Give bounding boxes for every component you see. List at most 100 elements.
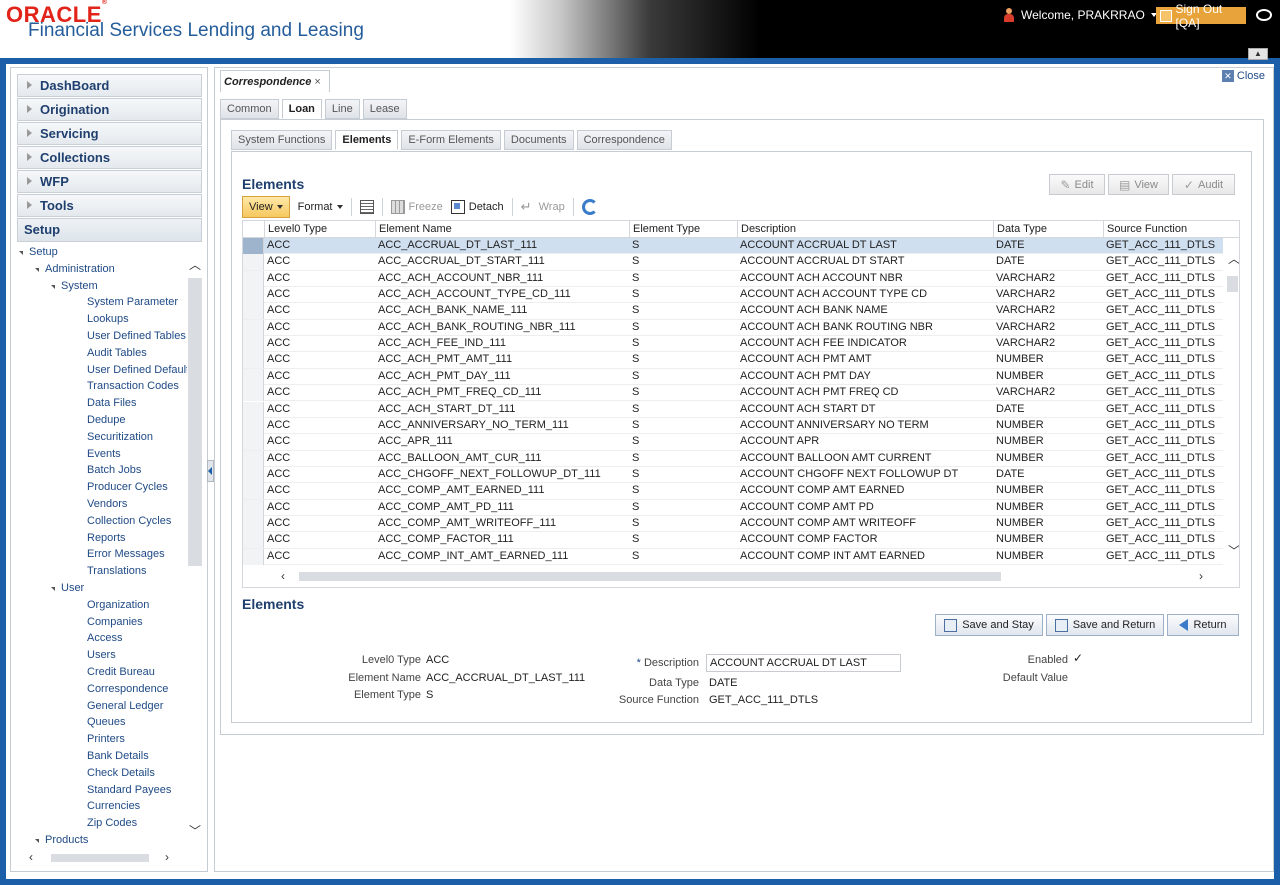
- chevron-down-icon[interactable]: ﹀: [1228, 542, 1239, 559]
- tree-item[interactable]: Check Details: [87, 767, 155, 779]
- chevron-left-icon[interactable]: ‹: [29, 850, 33, 864]
- document-tab[interactable]: Correspondence ×: [220, 70, 330, 92]
- view-button[interactable]: ▤ View: [1108, 174, 1169, 195]
- expanded-triangle-icon[interactable]: [35, 267, 39, 272]
- row-header[interactable]: [243, 401, 264, 418]
- scroll-thumb[interactable]: [299, 572, 1001, 581]
- row-header[interactable]: [243, 499, 264, 516]
- column-header[interactable]: Data Type: [993, 221, 1102, 238]
- scroll-thumb[interactable]: [1227, 276, 1238, 292]
- table-row[interactable]: ACC ACC_COMP_FACTOR_111 S ACCOUNT COMP FACT…: [243, 532, 1223, 549]
- enabled-checkbox[interactable]: ✓: [1073, 651, 1083, 665]
- table-row[interactable]: ACC ACC_ACH_FEE_IND_111 S ACCOUNT ACH FEE I…: [243, 336, 1223, 353]
- column-header[interactable]: Level0 Type: [264, 221, 374, 238]
- column-header[interactable]: Element Type: [629, 221, 736, 238]
- row-header[interactable]: [243, 336, 264, 353]
- grid-vertical-scrollbar[interactable]: ︿ ﹀: [1224, 238, 1239, 568]
- table-row[interactable]: ACC ACC_ACH_ACCOUNT_NBR_111 S ACCOUNT ACH A…: [243, 270, 1223, 288]
- column-header[interactable]: Source Function: [1103, 221, 1223, 238]
- expanded-triangle-icon[interactable]: [19, 251, 23, 255]
- tree-item[interactable]: Lookups: [87, 313, 129, 325]
- row-header[interactable]: [243, 319, 264, 336]
- row-header[interactable]: [243, 532, 264, 549]
- tree-item[interactable]: Zip Codes: [87, 817, 137, 829]
- grid-horizontal-scrollbar[interactable]: ‹ ›: [243, 568, 1239, 587]
- table-row[interactable]: ACC ACC_APR_111 S ACCOUNT APR NUMBER GET_ACC_…: [243, 434, 1223, 451]
- tree-item[interactable]: Bank Details: [87, 750, 149, 762]
- welcome-menu[interactable]: Welcome, PRAKRRAO: [1003, 8, 1157, 22]
- expanded-triangle-icon[interactable]: [51, 284, 55, 289]
- tree-item[interactable]: Currencies: [87, 800, 140, 812]
- subtab-correspondence[interactable]: Correspondence: [576, 130, 672, 150]
- sidebar-collapse-handle[interactable]: [207, 460, 214, 482]
- tab-lease[interactable]: Lease: [362, 99, 407, 119]
- return-button[interactable]: Return: [1167, 614, 1239, 636]
- row-header[interactable]: [243, 352, 264, 369]
- tab-common[interactable]: Common: [220, 99, 279, 119]
- table-row[interactable]: ACC ACC_ACH_ACCOUNT_TYPE_CD_111 S ACCOUNT A…: [243, 287, 1223, 304]
- wrap-button[interactable]: ↵ Wrap: [521, 200, 565, 214]
- tree-item[interactable]: User Defined Tables: [87, 330, 186, 342]
- tree-item[interactable]: Credit Bureau: [87, 666, 155, 678]
- tab-loan[interactable]: Loan: [281, 99, 322, 119]
- row-header[interactable]: [243, 434, 264, 451]
- tree-item[interactable]: System: [61, 280, 98, 292]
- row-header[interactable]: [243, 303, 264, 320]
- tree-item[interactable]: Administration: [45, 263, 115, 275]
- tree-vertical-scrollbar[interactable]: ︿ ﹀: [188, 256, 202, 839]
- power-icon[interactable]: [1256, 9, 1272, 21]
- tree-item[interactable]: Error Messages: [87, 548, 165, 560]
- tree-item[interactable]: Audit Tables: [87, 347, 147, 359]
- tree-item[interactable]: Standard Payees: [87, 784, 171, 796]
- list-edit-icon[interactable]: [359, 200, 374, 214]
- nav-collections[interactable]: Collections: [17, 146, 202, 169]
- tree-item[interactable]: Companies: [87, 616, 143, 628]
- tree-item[interactable]: Setup: [29, 246, 58, 258]
- edit-button[interactable]: ✎ Edit: [1049, 174, 1105, 195]
- nav-tools[interactable]: Tools: [17, 194, 202, 217]
- tree-item[interactable]: Dedupe: [87, 414, 126, 426]
- nav-origination[interactable]: Origination: [17, 98, 202, 121]
- row-header[interactable]: [243, 417, 264, 434]
- chevron-up-icon[interactable]: ︿: [1228, 250, 1239, 267]
- table-row[interactable]: ACC ACC_ACH_PMT_FREQ_CD_111 S ACCOUNT ACH P…: [243, 385, 1223, 402]
- nav-wfp[interactable]: WFP: [17, 170, 202, 193]
- subtab-e-form-elements[interactable]: E-Form Elements: [401, 130, 501, 150]
- chevron-left-icon[interactable]: ‹: [281, 569, 285, 583]
- freeze-button[interactable]: Freeze: [390, 200, 443, 214]
- row-header[interactable]: [243, 385, 264, 402]
- row-header[interactable]: [243, 483, 264, 500]
- row-header[interactable]: [243, 254, 264, 271]
- tree-item[interactable]: Reports: [87, 532, 126, 544]
- subtab-system-functions[interactable]: System Functions: [231, 130, 333, 150]
- detach-button[interactable]: Detach: [450, 200, 504, 214]
- tab-line[interactable]: Line: [324, 99, 360, 119]
- row-header[interactable]: [243, 450, 264, 467]
- chevron-up-icon[interactable]: ︿: [189, 256, 201, 273]
- table-row[interactable]: ACC ACC_ACCRUAL_DT_START_111 S ACCOUNT ACCR…: [243, 254, 1223, 271]
- table-row[interactable]: ACC ACC_ACH_PMT_DAY_111 S ACCOUNT ACH PMT D…: [243, 368, 1223, 386]
- table-row[interactable]: ACC ACC_COMP_INT_AMT_EARNED_111 S ACCOUNT C…: [243, 548, 1223, 565]
- subtab-documents[interactable]: Documents: [503, 130, 574, 150]
- nav-setup[interactable]: Setup: [17, 218, 202, 242]
- chevron-down-icon[interactable]: ﹀: [189, 822, 201, 839]
- tree-item[interactable]: Producer Cycles: [87, 481, 168, 493]
- row-header[interactable]: [243, 368, 264, 385]
- tree-item[interactable]: Users: [87, 649, 116, 661]
- tree-item[interactable]: Data Files: [87, 397, 137, 409]
- chevron-right-icon[interactable]: ›: [165, 850, 169, 864]
- row-header[interactable]: [243, 548, 264, 565]
- chevron-right-icon[interactable]: ›: [1199, 569, 1203, 583]
- sign-out-button[interactable]: Sign Out [QA]: [1156, 2, 1246, 30]
- table-row[interactable]: ACC ACC_COMP_AMT_EARNED_111 S ACCOUNT COMP …: [243, 483, 1223, 500]
- scroll-thumb[interactable]: [51, 854, 149, 862]
- description-input[interactable]: [706, 654, 901, 672]
- table-row[interactable]: ACC ACC_ACH_BANK_ROUTING_NBR_111 S ACCOUNT …: [243, 319, 1223, 337]
- table-row[interactable]: ACC ACC_ACCRUAL_DT_LAST_111 S ACCOUNT ACCRU…: [243, 238, 1223, 255]
- expanded-triangle-icon[interactable]: [35, 839, 39, 843]
- row-header[interactable]: [243, 238, 264, 254]
- column-header[interactable]: Element Name: [375, 221, 628, 238]
- table-row[interactable]: ACC ACC_ACH_START_DT_111 S ACCOUNT ACH STAR…: [243, 401, 1223, 418]
- save-and-stay-button[interactable]: Save and Stay: [935, 614, 1043, 636]
- tree-item[interactable]: User Defined Default: [87, 364, 187, 376]
